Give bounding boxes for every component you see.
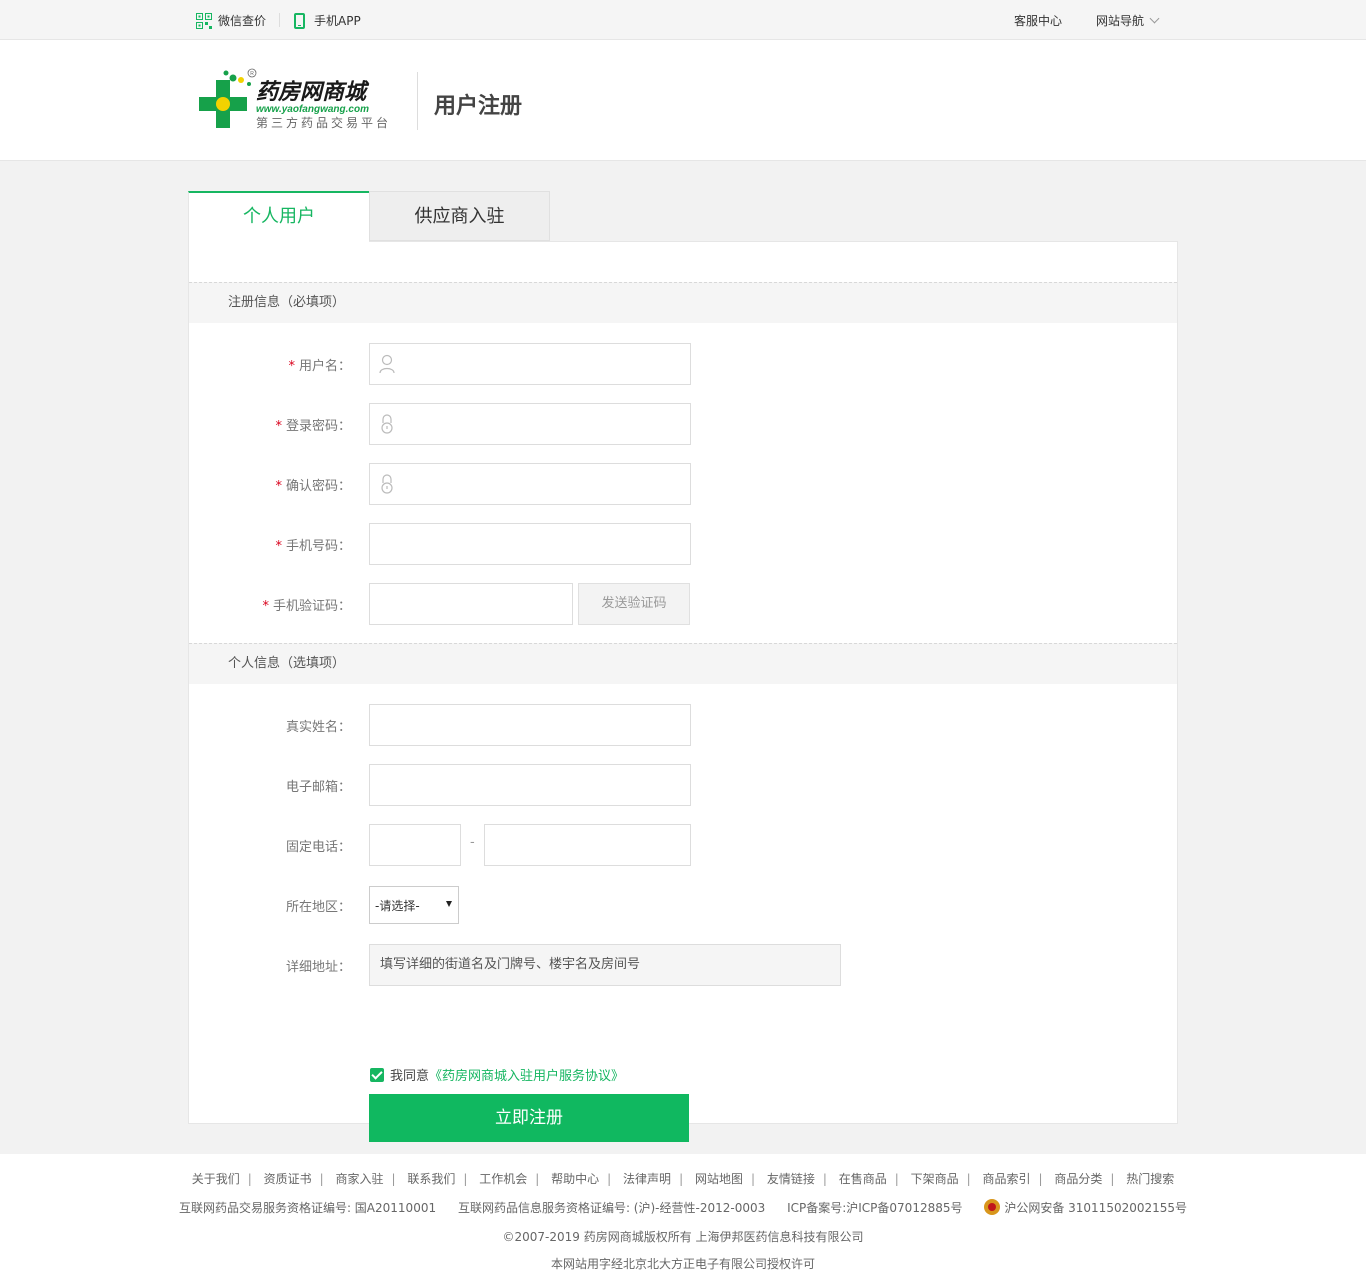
agreement-row: 我同意 《药房网商城入驻用户服务协议》 [370,1065,624,1084]
header: R 药房网商城 www.yaofangwang.com 第三方药品交易平台 用户… [0,40,1366,161]
register-button[interactable]: 立即注册 [369,1094,689,1142]
region-selected-value: -请选择- [375,899,420,913]
footer-copyright: ©2007-2019 药房网商城版权所有 上海伊邦医药信息科技有限公司 [502,1230,864,1244]
footer-link[interactable]: 友情链接 [767,1172,815,1186]
footer-font-license: 本网站用字经北京北大方正电子有限公司授权许可 [550,1257,815,1271]
confirm-password-input[interactable] [369,463,691,505]
topbar-divider [279,13,280,27]
footer-link[interactable]: 下架商品 [911,1172,959,1186]
service-center-label: 客服中心 [1014,14,1063,28]
row-landline: 固定电话： - [189,824,1177,866]
row-username: * 用户名： [189,343,1177,385]
svg-text:R: R [250,71,254,77]
row-real-name: 真实姓名： [189,704,1177,746]
site-nav-dropdown[interactable]: 网站导航 [1096,12,1160,29]
tab-supplier[interactable]: 供应商入驻 [369,191,550,241]
footer-link[interactable]: 网站地图 [695,1172,743,1186]
footer-link[interactable]: 商品索引 [983,1172,1031,1186]
confirm-password-label: * 确认密码： [275,479,351,494]
registration-form: 注册信息（必填项） * 用户名： * 登录密码： * 确认密码： * 手机号码：… [188,241,1178,1142]
landline-number-input[interactable] [484,824,691,866]
icp-record[interactable]: ICP备案号:沪ICP备07012885号 [787,1201,962,1215]
license-info: 互联网药品信息服务资格证编号: (沪)-经营性-2012-0003 [457,1201,766,1215]
row-region: 所在地区： -请选择- [189,886,1177,928]
tab-bar: 个人用户 供应商入驻 [188,191,1178,242]
footer-link[interactable]: 帮助中心 [551,1172,599,1186]
license-trade: 互联网药品交易服务资格证编号: 国A20110001 [178,1201,437,1215]
email-input[interactable] [369,764,691,806]
phone-label: * 手机号码： [275,539,351,554]
mobile-app-label: 手机APP [314,14,361,28]
wechat-price-link[interactable]: 微信查价 [196,12,266,29]
footer-link[interactable]: 资质证书 [264,1172,312,1186]
page-title: 用户注册 [434,94,523,119]
row-confirm-password: * 确认密码： [189,463,1177,505]
footer-link[interactable]: 联系我们 [407,1172,455,1186]
footer-link[interactable]: 关于我们 [192,1172,240,1186]
qrcode-icon [196,12,212,29]
sms-code-input[interactable] [369,583,573,625]
row-phone: * 手机号码： [189,523,1177,565]
phone-input[interactable] [369,523,691,565]
police-record[interactable]: 沪公网安备 31011502002155号 [1004,1201,1187,1215]
logo-brand: 药房网商城 [256,79,370,105]
lock-icon [381,474,393,494]
footer-links: 关于我们 | 资质证书 | 商家入驻 | 联系我们 | 工作机会 | 帮助中心 | 法律声明… [191,1172,1175,1186]
section-optional-heading: 个人信息（选填项） [189,643,1177,684]
agreement-checkbox[interactable] [370,1067,384,1082]
chevron-down-icon [1149,13,1160,23]
logo-divider [417,72,418,130]
address-label: 详细地址： [285,960,351,975]
row-password: * 登录密码： [189,403,1177,445]
service-center-link[interactable]: 客服中心 [1014,12,1062,29]
footer-link[interactable]: 热门搜索 [1126,1172,1174,1186]
footer-link[interactable]: 法律声明 [623,1172,671,1186]
row-email: 电子邮箱： [189,764,1177,806]
address-input[interactable]: 填写详细的街道名及门牌号、楼宇名及房间号 [369,944,841,986]
footer-licenses: 互联网药品交易服务资格证编号: 国A20110001 互联网药品信息服务资格证编… [0,1199,1366,1216]
real-name-input[interactable] [369,704,691,746]
password-label: * 登录密码： [275,419,351,434]
lock-icon [381,414,393,434]
phone-icon [294,12,305,29]
section-required-heading: 注册信息（必填项） [189,282,1177,323]
user-icon [379,354,395,374]
logo[interactable]: R 药房网商城 www.yaofangwang.com 第三方药品交易平台 [196,66,406,136]
username-input[interactable] [369,343,691,385]
email-label: 电子邮箱： [285,780,351,795]
row-address: 详细地址： 填写详细的街道名及门牌号、楼宇名及房间号 [189,944,1177,986]
tab-personal-user[interactable]: 个人用户 [188,191,369,242]
footer-link[interactable]: 商品分类 [1054,1172,1102,1186]
send-code-button[interactable]: 发送验证码 [578,583,690,625]
region-select[interactable]: -请选择- [369,886,459,924]
landline-label: 固定电话： [285,840,351,855]
logo-url: www.yaofangwang.com [256,104,369,115]
police-badge-icon [984,1199,1001,1215]
area-code-input[interactable] [369,824,461,866]
username-label: * 用户名： [288,359,351,374]
dropdown-arrow-icon [446,901,452,907]
top-bar: 微信查价 手机APP 客服中心 网站导航 [0,0,1366,40]
site-nav-label: 网站导航 [1096,14,1145,28]
footer: 关于我们 | 资质证书 | 商家入驻 | 联系我们 | 工作机会 | 帮助中心 | 法律声明… [0,1154,1366,1285]
sms-code-label: * 手机验证码： [262,599,351,614]
real-name-label: 真实姓名： [285,720,351,735]
agreement-prefix: 我同意 [390,1069,430,1084]
logo-slogan: 第三方药品交易平台 [256,115,391,130]
footer-link[interactable]: 商家入驻 [335,1172,383,1186]
footer-link[interactable]: 工作机会 [479,1172,527,1186]
agreement-link[interactable]: 《药房网商城入驻用户服务协议》 [429,1065,624,1084]
wechat-price-label: 微信查价 [218,14,267,28]
row-sms-code: * 手机验证码： 发送验证码 [189,583,1177,625]
registration-panel: 个人用户 供应商入驻 注册信息（必填项） * 用户名： * 登录密码： * 确认… [188,191,1178,1142]
region-label: 所在地区： [285,900,351,915]
footer-link[interactable]: 在售商品 [839,1172,887,1186]
password-input[interactable] [369,403,691,445]
required-mark: * [288,359,295,374]
landline-dash: - [470,835,475,850]
mobile-app-link[interactable]: 手机APP [294,12,361,29]
